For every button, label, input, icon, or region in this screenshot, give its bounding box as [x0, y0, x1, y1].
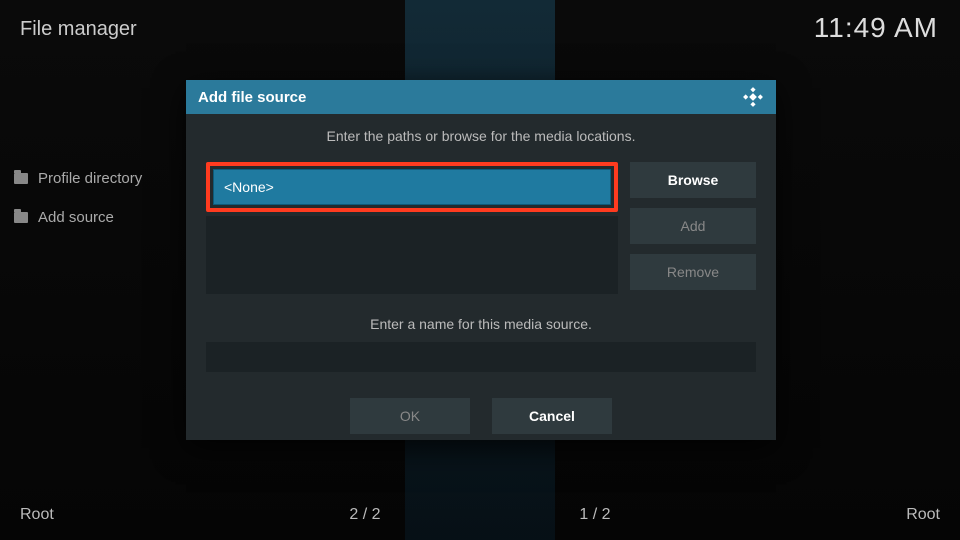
path-list-empty-area[interactable]	[206, 216, 618, 294]
dialog-title: Add file source	[198, 89, 306, 106]
clock: 11:49 AM	[814, 12, 938, 44]
add-button[interactable]: Add	[630, 208, 756, 244]
remove-button[interactable]: Remove	[630, 254, 756, 290]
name-instruction: Enter a name for this media source.	[206, 316, 756, 332]
path-buttons: Browse Add Remove	[630, 162, 756, 290]
sidebar-item-profile-directory[interactable]: Profile directory	[14, 170, 142, 187]
path-highlight: <None>	[206, 162, 618, 212]
ok-button[interactable]: OK	[350, 398, 470, 434]
sidebar-item-label: Add source	[38, 209, 114, 226]
folder-icon	[14, 173, 28, 184]
browse-button[interactable]: Browse	[630, 162, 756, 198]
kodi-logo-icon	[742, 86, 764, 108]
cancel-button[interactable]: Cancel	[492, 398, 612, 434]
sidebar-item-label: Profile directory	[38, 170, 142, 187]
footer-right-count: 1 / 2	[480, 506, 710, 524]
sidebar-item-add-source[interactable]: Add source	[14, 209, 142, 226]
name-input[interactable]	[206, 342, 756, 372]
page-title: File manager	[20, 18, 137, 41]
sidebar: Profile directory Add source	[14, 170, 142, 248]
path-row: <None> Browse Add Remove	[206, 162, 756, 294]
add-file-source-dialog: Add file source Enter the paths or brows…	[186, 80, 776, 440]
folder-icon	[14, 212, 28, 223]
footer-left-count: 2 / 2	[250, 506, 480, 524]
dialog-body: Enter the paths or browse for the media …	[186, 114, 776, 448]
dialog-actions: OK Cancel	[206, 398, 756, 434]
path-input[interactable]: <None>	[213, 169, 611, 205]
app-window: File manager 11:49 AM Profile directory …	[0, 0, 960, 540]
footer: Root 2 / 2 1 / 2 Root	[0, 506, 960, 524]
footer-right-root: Root	[710, 506, 960, 524]
footer-left-root: Root	[0, 506, 250, 524]
path-instruction: Enter the paths or browse for the media …	[206, 128, 756, 144]
path-column: <None>	[206, 162, 618, 294]
dialog-titlebar: Add file source	[186, 80, 776, 114]
